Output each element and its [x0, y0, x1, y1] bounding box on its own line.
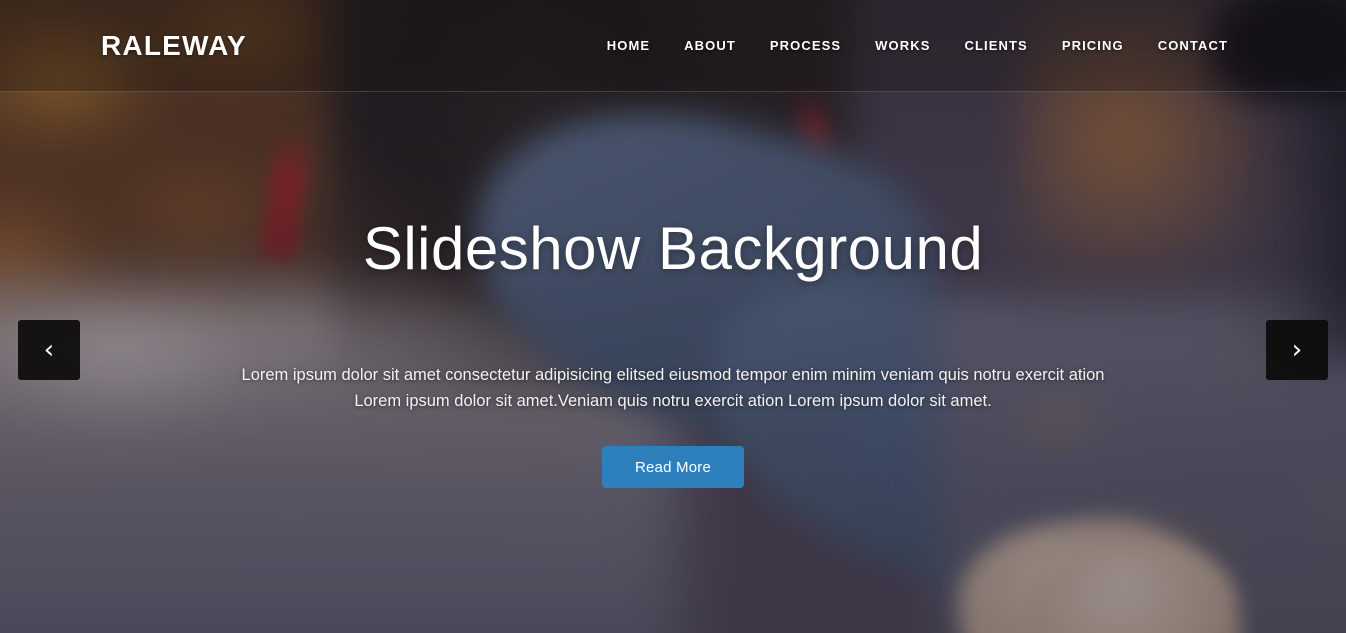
hero-description: Lorem ipsum dolor sit amet consectetur a… [241, 366, 1105, 411]
hero-slideshow: Slideshow Background Lorem ipsum dolor s… [0, 92, 1346, 633]
nav-item-pricing[interactable]: PRICING [1062, 38, 1124, 53]
main-navigation: HOME ABOUT PROCESS WORKS CLIENTS PRICING… [607, 38, 1228, 53]
nav-item-clients[interactable]: CLIENTS [965, 38, 1028, 53]
nav-item-works[interactable]: WORKS [875, 38, 930, 53]
nav-item-about[interactable]: ABOUT [684, 38, 736, 53]
site-header: RALEWAY HOME ABOUT PROCESS WORKS CLIENTS… [0, 0, 1346, 92]
page-root: RALEWAY HOME ABOUT PROCESS WORKS CLIENTS… [0, 0, 1346, 633]
nav-item-home[interactable]: HOME [607, 38, 650, 53]
nav-item-process[interactable]: PROCESS [770, 38, 841, 53]
slider-next-arrow-icon[interactable]: › [1266, 320, 1328, 380]
hero-title: Slideshow Background [362, 215, 984, 282]
read-more-button[interactable]: Read More [602, 446, 744, 488]
site-logo[interactable]: RALEWAY [101, 30, 247, 62]
nav-item-contact[interactable]: CONTACT [1158, 38, 1228, 53]
slider-prev-arrow-icon[interactable]: ‹ [18, 320, 80, 380]
